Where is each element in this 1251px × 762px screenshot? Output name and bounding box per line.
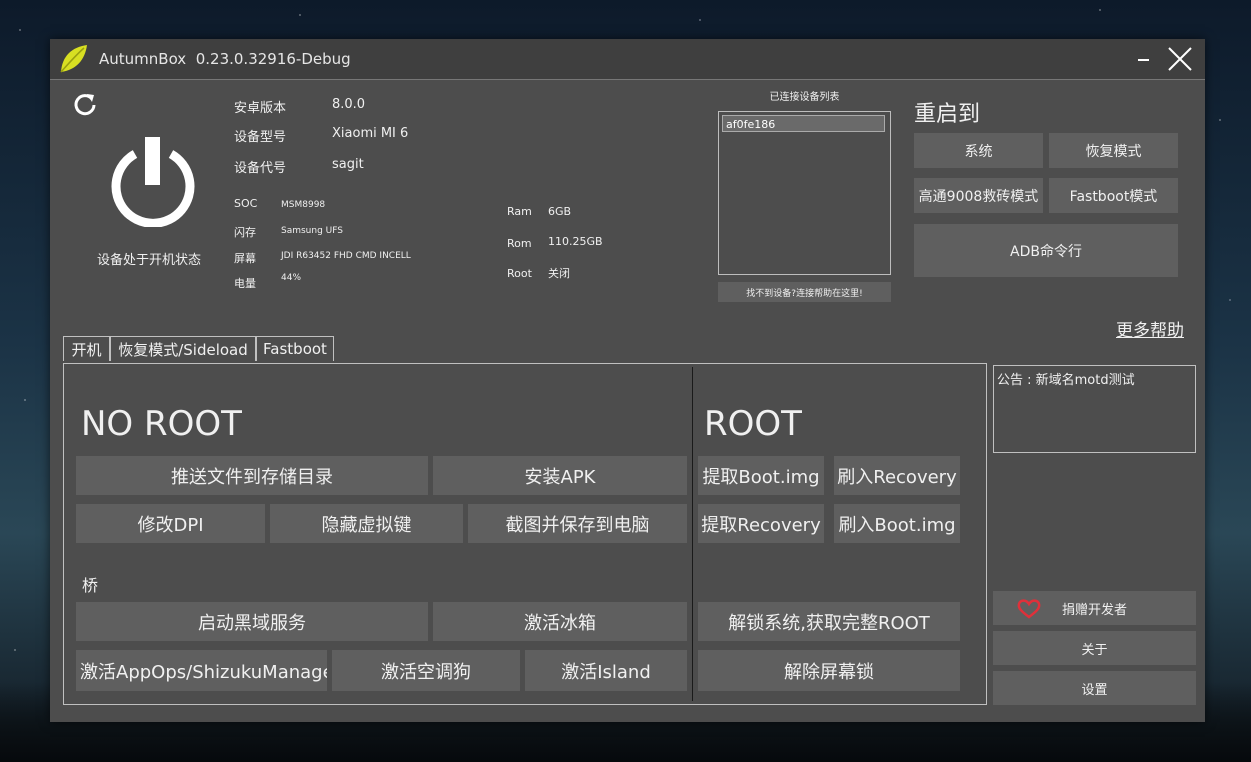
screen-label: 屏幕 (234, 252, 256, 265)
reboot-fastboot-button[interactable]: Fastboot模式 (1049, 178, 1178, 213)
activate-island-button[interactable]: 激活Island (525, 650, 687, 691)
device-list-item[interactable]: af0fe186 (722, 115, 885, 132)
android-version-label: 安卓版本 (234, 101, 287, 116)
refresh-icon[interactable] (72, 91, 98, 117)
model-value: Xiaomi MI 6 (332, 126, 409, 141)
remove-screen-lock-button[interactable]: 解除屏幕锁 (698, 650, 960, 691)
reboot-9008-button[interactable]: 高通9008救砖模式 (914, 178, 1043, 213)
codename-label: 设备代号 (234, 161, 287, 176)
window-title: AutumnBox 0.23.0.32916-Debug (99, 50, 351, 68)
main-window: AutumnBox 0.23.0.32916-Debug 设备处于开机状态 安卓… (50, 39, 1205, 722)
flash-boot-button[interactable]: 刷入Boot.img (834, 504, 960, 543)
android-version-value: 8.0.0 (332, 97, 366, 112)
donate-button[interactable]: 捐赠开发者 (993, 591, 1196, 625)
adb-shell-button[interactable]: ADB命令行 (914, 224, 1178, 277)
unlock-root-button[interactable]: 解锁系统,获取完整ROOT (698, 602, 960, 641)
screenshot-button[interactable]: 截图并保存到电脑 (468, 504, 687, 543)
app-version: 0.23.0.32916-Debug (195, 50, 351, 68)
activate-aircon-button[interactable]: 激活空调狗 (332, 650, 520, 691)
extract-boot-button[interactable]: 提取Boot.img (698, 456, 824, 495)
leaf-logo-icon (60, 45, 87, 73)
reboot-recovery-button[interactable]: 恢复模式 (1049, 133, 1178, 168)
power-icon (111, 137, 195, 227)
battery-value: 44% (281, 273, 302, 283)
extract-recovery-button[interactable]: 提取Recovery (698, 504, 824, 543)
panel-divider (692, 367, 693, 701)
modify-dpi-button[interactable]: 修改DPI (76, 504, 265, 543)
reboot-system-button[interactable]: 系统 (914, 133, 1043, 168)
root-value: 关闭 (548, 267, 570, 280)
tab-boot[interactable]: 开机 (63, 336, 110, 361)
screen-value: JDI R63452 FHD CMD INCELL (281, 251, 411, 261)
rom-label: Rom (507, 237, 532, 250)
hide-virtual-keys-button[interactable]: 隐藏虚拟键 (270, 504, 463, 543)
rom-value: 110.25GB (548, 235, 603, 248)
blackhole-service-button[interactable]: 启动黑域服务 (76, 602, 428, 641)
motd-box: 公告 : 新域名motd测试 (993, 365, 1196, 453)
device-status: 设备处于开机状态 (97, 253, 202, 268)
install-apk-button[interactable]: 安装APK (433, 456, 687, 495)
about-button[interactable]: 关于 (993, 631, 1196, 665)
minimize-button[interactable] (1135, 47, 1155, 67)
soc-value: MSM8998 (281, 200, 326, 210)
connection-help-button[interactable]: 找不到设备?连接帮助在这里! (718, 282, 891, 302)
close-icon[interactable] (1167, 46, 1193, 72)
activate-appops-button[interactable]: 激活AppOps/ShizukuManager (76, 650, 327, 691)
tab-recovery-sideload[interactable]: 恢复模式/Sideload (110, 336, 256, 361)
tab-fastboot[interactable]: Fastboot (256, 336, 334, 361)
more-help-link[interactable]: 更多帮助 (1116, 316, 1184, 341)
ram-value: 6GB (548, 205, 572, 218)
device-list-title: 已连接设备列表 (769, 92, 840, 103)
flash-label: 闪存 (234, 226, 256, 239)
push-file-button[interactable]: 推送文件到存储目录 (76, 456, 428, 495)
reboot-title: 重启到 (914, 102, 981, 127)
bridge-label: 桥 (82, 576, 99, 595)
codename-value: sagit (332, 157, 364, 172)
activate-icebox-button[interactable]: 激活冰箱 (433, 602, 687, 641)
noroot-title: NO ROOT (81, 404, 242, 444)
device-list[interactable]: af0fe186 (718, 111, 891, 275)
flash-value: Samsung UFS (281, 226, 343, 236)
donate-label: 捐赠开发者 (1061, 602, 1127, 618)
battery-label: 电量 (234, 277, 256, 290)
soc-label: SOC (234, 197, 258, 210)
heart-icon (1017, 599, 1041, 619)
app-name: AutumnBox (99, 50, 187, 68)
root-label: Root (507, 267, 532, 280)
ram-label: Ram (507, 205, 532, 218)
model-label: 设备型号 (234, 130, 287, 145)
root-title: ROOT (704, 404, 802, 444)
flash-recovery-button[interactable]: 刷入Recovery (834, 456, 960, 495)
title-bar[interactable]: AutumnBox 0.23.0.32916-Debug (50, 39, 1205, 80)
settings-button[interactable]: 设置 (993, 671, 1196, 705)
